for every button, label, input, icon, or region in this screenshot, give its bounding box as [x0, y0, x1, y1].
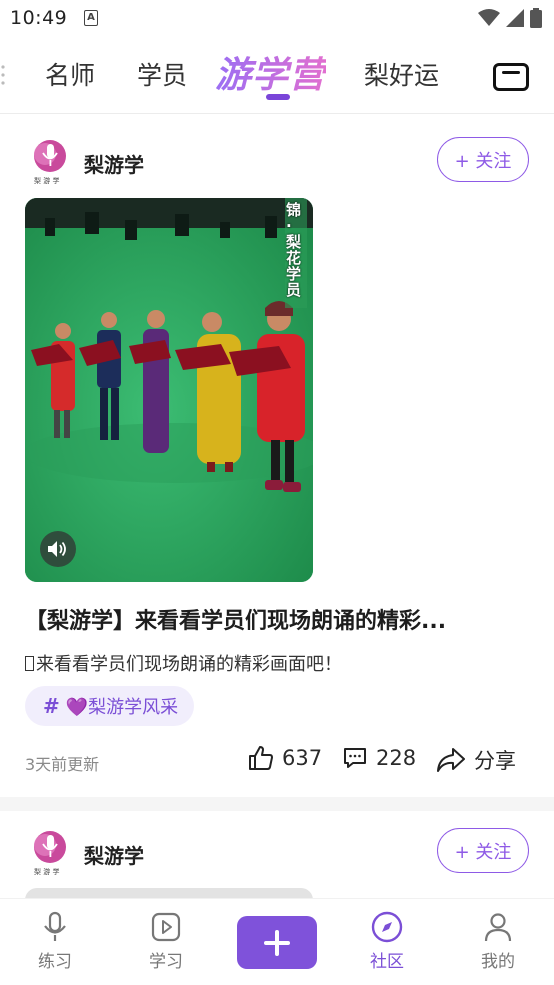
nav-community-label: 社区 — [370, 952, 404, 972]
video-frame — [25, 198, 313, 582]
comment-button[interactable]: 228 — [342, 745, 416, 771]
author-name[interactable]: 梨游学 — [84, 149, 144, 178]
comment-count: 228 — [376, 746, 417, 770]
status-bar: 10:49 A — [0, 0, 554, 36]
signal-icon — [506, 9, 524, 27]
avatar-caption: 梨 游 学 — [34, 868, 60, 876]
post-title[interactable]: 【梨游学】来看看学员们现场朗诵的精彩... — [25, 603, 446, 635]
follow-button[interactable]: + 关注 — [437, 828, 529, 873]
hashtag-icon: # — [43, 694, 60, 718]
video-player[interactable]: 锦·梨花学员 — [25, 198, 313, 582]
topic-tag-label: 💜梨游学风采 — [65, 697, 179, 718]
compass-icon — [371, 911, 403, 943]
speaker-icon — [48, 541, 66, 557]
avatar-caption: 梨 游 学 — [34, 177, 60, 185]
nav-practice[interactable]: 练习 — [20, 911, 90, 972]
sound-toggle-button[interactable] — [40, 531, 76, 567]
notification-icon: A — [84, 10, 98, 26]
person-icon — [484, 913, 512, 942]
comment-icon — [344, 748, 366, 768]
tab-study-camp[interactable]: 游学营 — [215, 46, 326, 98]
header-divider — [0, 113, 554, 114]
nav-me[interactable]: 我的 — [463, 911, 533, 972]
like-count: 637 — [282, 746, 323, 770]
nav-practice-label: 练习 — [38, 952, 72, 972]
tab-good-luck[interactable]: 梨好运 — [364, 56, 439, 92]
status-time: 10:49 — [10, 7, 68, 29]
share-label: 分享 — [474, 749, 516, 773]
video-overlay-text: 锦·梨花学员 — [286, 201, 302, 299]
battery-icon — [530, 8, 542, 28]
plus-icon — [264, 929, 290, 956]
like-button[interactable]: 637 — [248, 745, 322, 771]
share-icon — [437, 748, 465, 772]
nav-me-label: 我的 — [481, 952, 515, 972]
post-description-text: 来看看学员们现场朗诵的精彩画面吧！ — [36, 654, 342, 675]
top-tab-bar: 名师 学员 游学营 梨好运 — [0, 44, 554, 108]
edge-handle-icon — [1, 65, 5, 85]
follow-button[interactable]: + 关注 — [437, 137, 529, 182]
post-separator — [0, 797, 554, 811]
nav-community[interactable]: 社区 — [352, 911, 422, 972]
update-time: 3天前更新 — [25, 755, 100, 774]
messages-icon[interactable] — [493, 63, 529, 91]
topic-tag[interactable]: # 💜梨游学风采 — [25, 686, 195, 726]
nav-learn-label: 学习 — [149, 952, 183, 972]
wifi-icon — [478, 9, 500, 26]
tab-teachers[interactable]: 名师 — [45, 56, 95, 92]
microphone-icon — [44, 911, 66, 941]
post-description: 来看看学员们现场朗诵的精彩画面吧！ — [25, 650, 342, 676]
tab-active-indicator — [266, 94, 290, 100]
share-button[interactable]: 分享 — [436, 745, 516, 775]
author-name[interactable]: 梨游学 — [84, 840, 144, 869]
nav-learn[interactable]: 学习 — [131, 911, 201, 972]
status-icons — [478, 8, 542, 28]
play-square-icon — [151, 912, 181, 942]
thumbs-up-icon — [249, 746, 273, 770]
create-post-button[interactable] — [237, 916, 317, 969]
missing-glyph-icon — [25, 656, 34, 671]
tab-students[interactable]: 学员 — [137, 56, 187, 92]
bottom-nav: 练习 学习 社区 我的 — [0, 898, 554, 985]
